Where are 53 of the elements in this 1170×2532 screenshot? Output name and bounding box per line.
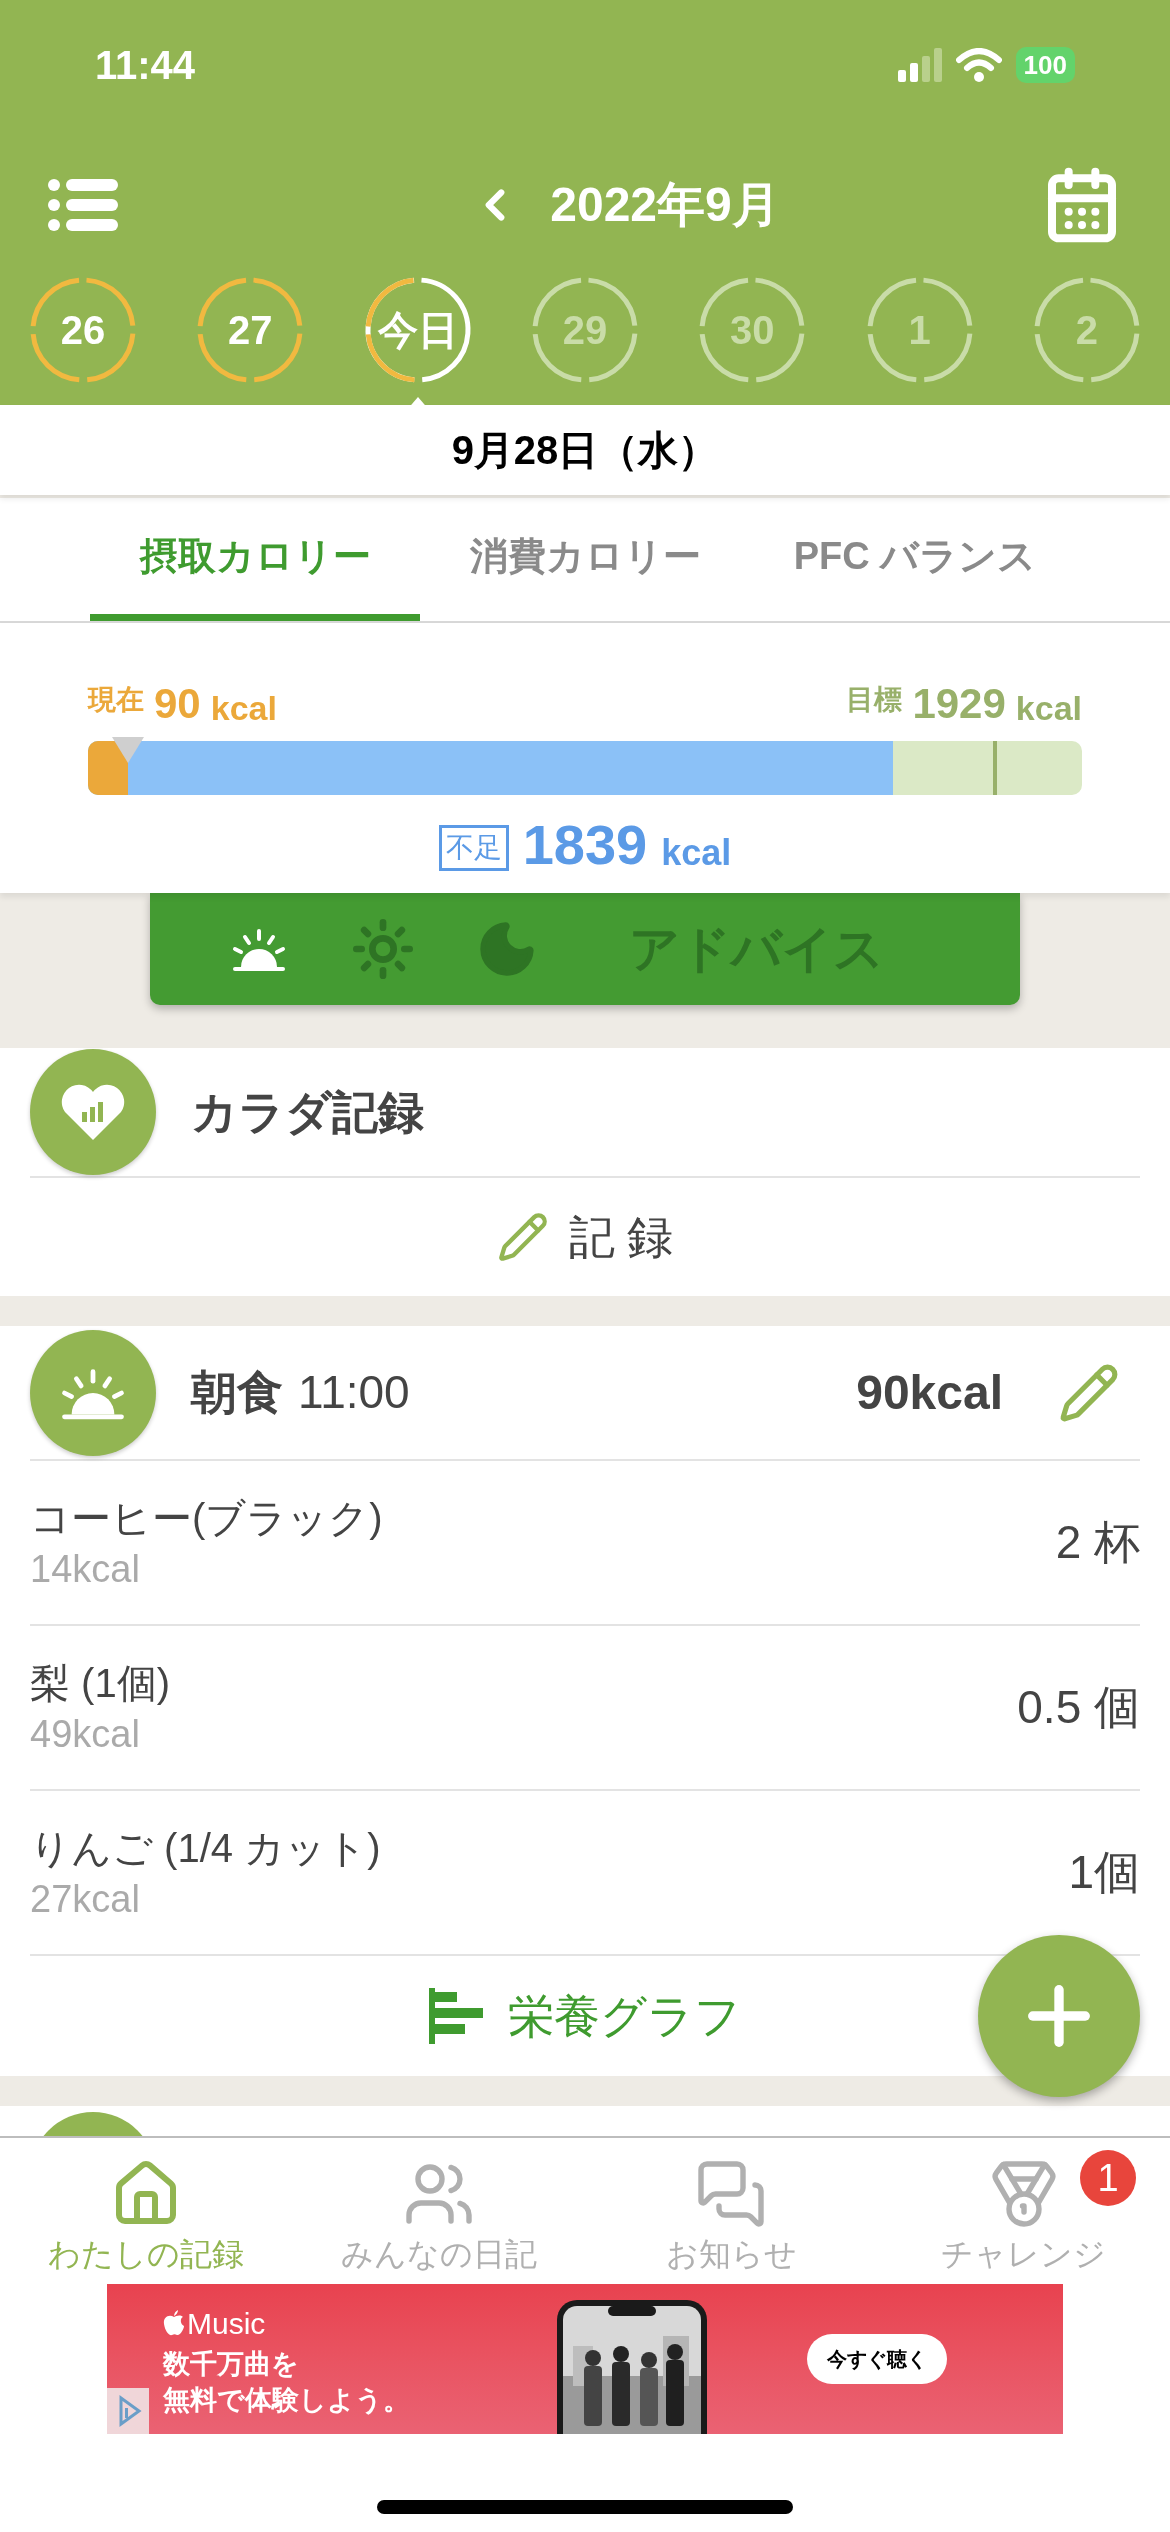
food-name: 梨 (1個): [30, 1659, 170, 1707]
nav-item[interactable]: みんなの日記: [292, 2138, 585, 2284]
food-amount: 2 杯: [1055, 1515, 1140, 1570]
meal-title: 朝食: [191, 1365, 283, 1420]
ad-banner[interactable]: Music 数千万曲を 無料で体験しよう。 今すぐ聴く: [107, 2284, 1063, 2434]
nav-item[interactable]: わたしの記録: [0, 2138, 293, 2284]
record-button[interactable]: 記 録: [30, 1178, 1140, 1296]
food-amount: 1個: [1068, 1845, 1140, 1900]
month-title: 2022年9月: [550, 177, 780, 233]
nav-item[interactable]: お知らせ: [585, 2138, 878, 2284]
day-button[interactable]: 26: [28, 275, 138, 385]
pencil-icon: [496, 1211, 549, 1263]
target-value: 1929: [912, 683, 1006, 725]
day-button[interactable]: 27: [195, 275, 306, 385]
target-label: 目標: [846, 683, 903, 717]
tab[interactable]: PFC バランス: [750, 498, 1080, 621]
current-value: 90: [154, 683, 201, 725]
status-time: 11:44: [95, 42, 196, 89]
nav-item[interactable]: チャレンジ 1: [877, 2138, 1170, 2284]
meal-time: 11:00: [298, 1365, 410, 1420]
food-kcal: 14kcal: [30, 1546, 141, 1592]
shortfall-value: 1839: [522, 817, 648, 873]
tab[interactable]: 消費カロリー: [420, 498, 750, 621]
food-kcal: 27kcal: [30, 1876, 141, 1922]
food-row[interactable]: コーヒー(ブラック) 14kcal 2 杯: [30, 1461, 1140, 1626]
battery-indicator: 100: [1015, 47, 1075, 83]
signal-icon: [897, 48, 942, 82]
food-kcal: 49kcal: [30, 1711, 141, 1757]
current-unit: kcal: [210, 691, 277, 725]
menu-icon[interactable]: [48, 178, 118, 232]
meal-total: 90kcal: [856, 1364, 1003, 1421]
ad-headline: 無料で体験しよう。: [163, 2383, 411, 2417]
food-row[interactable]: 梨 (1個) 49kcal 0.5 個: [30, 1626, 1140, 1791]
apple-logo-icon: [163, 2310, 185, 2336]
food-name: コーヒー(ブラック): [30, 1494, 383, 1542]
target-unit: kcal: [1015, 691, 1082, 725]
shortfall-unit: kcal: [661, 835, 732, 871]
sun-icon: [350, 917, 415, 981]
body-record-title: カラダ記録: [191, 1084, 424, 1140]
nutrition-graph-link[interactable]: 栄養グラフ: [429, 1976, 741, 2056]
shortfall-label: 不足: [438, 825, 509, 871]
current-label: 現在: [88, 683, 144, 717]
food-name: りんご (1/4 カット): [30, 1824, 381, 1872]
selected-date: 9月28日（水）: [451, 427, 719, 474]
current-pointer-icon: [111, 737, 144, 763]
ad-choices-icon[interactable]: [107, 2388, 149, 2434]
wifi-icon: [955, 48, 1002, 82]
ad-brand: Music: [187, 2305, 266, 2342]
listen-now-button[interactable]: 今すぐ聴く: [807, 2334, 947, 2384]
food-amount: 0.5 個: [1017, 1680, 1140, 1735]
notification-badge: 1: [1080, 2150, 1136, 2206]
ad-headline: 数千万曲を: [163, 2347, 300, 2381]
bar-graph-icon: [429, 1988, 483, 2044]
